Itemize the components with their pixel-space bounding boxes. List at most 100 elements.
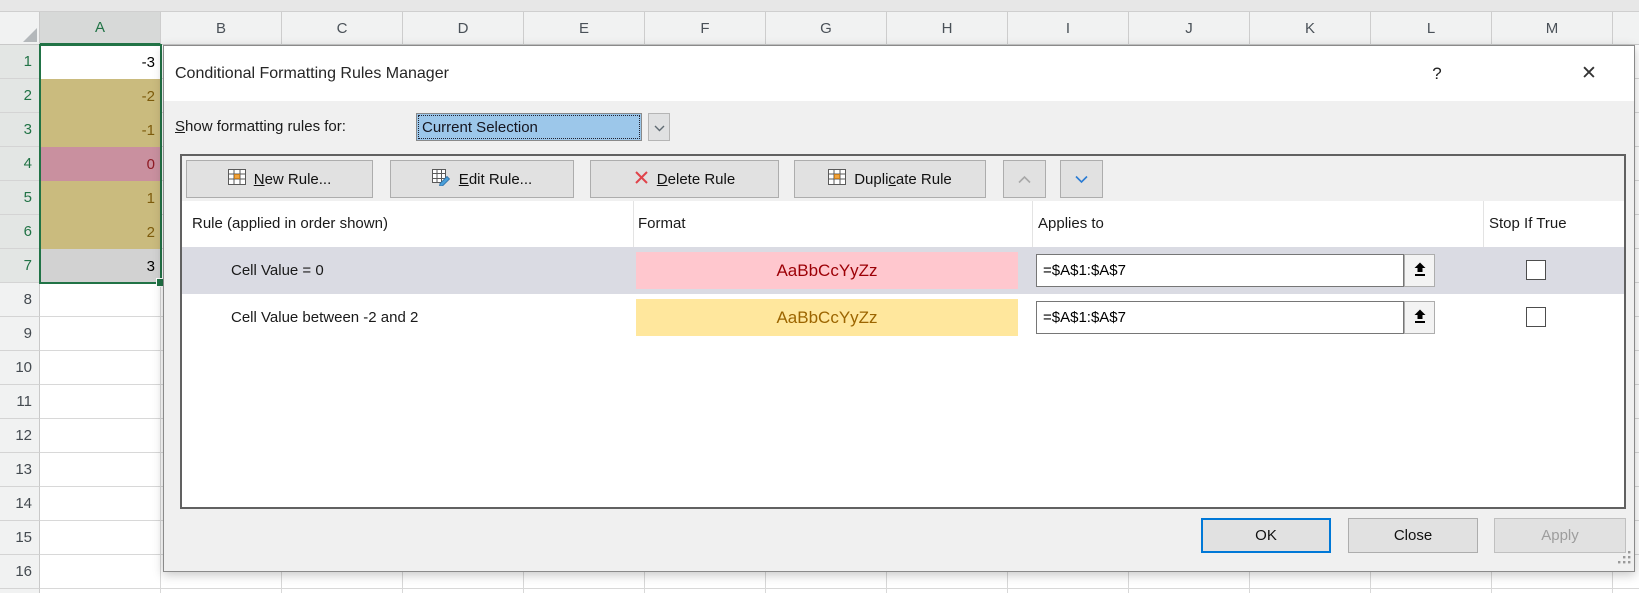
header-stop-if-true: Stop If True — [1489, 201, 1567, 247]
select-all-corner[interactable] — [0, 12, 40, 45]
dialog-title: Conditional Formatting Rules Manager — [175, 46, 449, 101]
column-header-k[interactable]: K — [1250, 12, 1371, 45]
help-button[interactable]: ? — [1422, 46, 1452, 101]
row-header-16[interactable]: 16 — [0, 555, 40, 589]
column-header-d[interactable]: D — [403, 12, 524, 45]
row-header-4[interactable]: 4 — [0, 147, 40, 181]
header-applies-to: Applies to — [1038, 201, 1104, 247]
cf-rules-manager-dialog: Conditional Formatting Rules Manager ? ✕… — [163, 45, 1635, 572]
row-header-3[interactable]: 3 — [0, 113, 40, 147]
column-header-g[interactable]: G — [766, 12, 887, 45]
rule-description: Cell Value between -2 and 2 — [231, 294, 418, 341]
row-headers: 1 2 3 4 5 6 7 8 9 10 11 12 13 14 15 16 — [0, 45, 40, 593]
column-divider — [633, 201, 634, 247]
applies-to-input[interactable] — [1036, 254, 1404, 287]
cell-a4[interactable]: 0 — [40, 147, 161, 181]
rules-toolbar: New Rule... Edit Rule... Delete Rule Dup… — [182, 156, 1624, 201]
chevron-down-icon — [654, 120, 665, 135]
applies-to-input[interactable] — [1036, 301, 1404, 334]
row-header-13[interactable]: 13 — [0, 453, 40, 487]
row-header-8[interactable]: 8 — [0, 283, 40, 317]
rule-row-2[interactable]: Cell Value between -2 and 2 AaBbCcYyZz — [182, 294, 1624, 341]
formula-bar-remnant — [0, 0, 1639, 12]
row-header-7[interactable]: 7 — [0, 249, 40, 283]
chevron-up-icon — [1017, 171, 1032, 188]
header-rule: Rule (applied in order shown) — [192, 201, 388, 247]
row-header-6[interactable]: 6 — [0, 215, 40, 249]
column-divider — [1032, 201, 1033, 247]
column-headers: A B C D E F G H I J K L M — [40, 12, 1639, 45]
cell-a7[interactable]: 3 — [40, 249, 161, 283]
rules-scope-select[interactable]: Current Selection — [416, 113, 642, 141]
stop-if-true-checkbox[interactable] — [1526, 307, 1546, 327]
rules-scope-value: Current Selection — [422, 119, 538, 136]
row-header-11[interactable]: 11 — [0, 385, 40, 419]
row-header-12[interactable]: 12 — [0, 419, 40, 453]
duplicate-rule-table-icon — [828, 169, 846, 189]
close-button[interactable]: Close — [1348, 518, 1478, 553]
range-picker-icon — [1413, 262, 1427, 280]
format-preview: AaBbCcYyZz — [636, 299, 1018, 336]
apply-button[interactable]: Apply — [1494, 518, 1626, 553]
row-header-5[interactable]: 5 — [0, 181, 40, 215]
range-picker-icon — [1413, 309, 1427, 327]
cell-a6[interactable]: 2 — [40, 215, 161, 249]
column-header-b[interactable]: B — [161, 12, 282, 45]
row-header-partial — [0, 589, 40, 593]
rules-list-header: Rule (applied in order shown) Format App… — [182, 201, 1624, 247]
column-header-h[interactable]: H — [887, 12, 1008, 45]
cell-a5[interactable]: 1 — [40, 181, 161, 215]
column-a-cells: -3 -2 -1 0 1 2 3 — [40, 45, 161, 283]
column-header-a[interactable]: A — [40, 12, 161, 45]
new-rule-label: New Rule... — [254, 171, 332, 188]
row-header-1[interactable]: 1 — [0, 45, 40, 79]
column-header-f[interactable]: F — [645, 12, 766, 45]
column-divider — [1483, 201, 1484, 247]
rule-row-1[interactable]: Cell Value = 0 AaBbCcYyZz — [182, 247, 1624, 294]
close-icon[interactable]: ✕ — [1569, 46, 1609, 101]
column-header-c[interactable]: C — [282, 12, 403, 45]
resize-grip[interactable] — [1618, 551, 1631, 568]
show-rules-label: Show formatting rules for: — [175, 113, 346, 141]
row-header-10[interactable]: 10 — [0, 351, 40, 385]
row-header-15[interactable]: 15 — [0, 521, 40, 555]
column-header-partial — [1613, 12, 1639, 45]
edit-rule-label: Edit Rule... — [459, 171, 532, 188]
new-rule-button[interactable]: New Rule... — [186, 160, 373, 198]
delete-rule-label: Delete Rule — [657, 171, 735, 188]
excel-window: A B C D E F G H I J K L M 1 2 3 4 5 6 7 … — [0, 0, 1639, 593]
column-header-j[interactable]: J — [1129, 12, 1250, 45]
rules-list-container: New Rule... Edit Rule... Delete Rule Dup… — [180, 154, 1626, 509]
row-header-14[interactable]: 14 — [0, 487, 40, 521]
applies-to-group — [1036, 254, 1435, 287]
rules-scope-dropdown-button[interactable] — [648, 113, 670, 141]
row-header-9[interactable]: 9 — [0, 317, 40, 351]
delete-rule-button[interactable]: Delete Rule — [590, 160, 779, 198]
dialog-titlebar[interactable]: Conditional Formatting Rules Manager ? ✕ — [164, 46, 1634, 101]
cell-a3[interactable]: -1 — [40, 113, 161, 147]
cell-a1[interactable]: -3 — [40, 45, 161, 79]
column-header-m[interactable]: M — [1492, 12, 1613, 45]
header-format: Format — [638, 201, 686, 247]
select-all-triangle-icon — [23, 28, 37, 42]
column-header-e[interactable]: E — [524, 12, 645, 45]
duplicate-rule-button[interactable]: Duplicate Rule — [794, 160, 986, 198]
row-header-2[interactable]: 2 — [0, 79, 40, 113]
format-preview: AaBbCcYyZz — [636, 252, 1018, 289]
edit-rule-pencil-icon — [432, 169, 451, 190]
collapse-dialog-button[interactable] — [1404, 254, 1435, 287]
edit-rule-button[interactable]: Edit Rule... — [390, 160, 574, 198]
cell-a2[interactable]: -2 — [40, 79, 161, 113]
collapse-dialog-button[interactable] — [1404, 301, 1435, 334]
applies-to-group — [1036, 301, 1435, 334]
column-header-i[interactable]: I — [1008, 12, 1129, 45]
column-header-l[interactable]: L — [1371, 12, 1492, 45]
ok-button[interactable]: OK — [1201, 518, 1331, 553]
rule-description: Cell Value = 0 — [231, 247, 324, 294]
stop-if-true-checkbox[interactable] — [1526, 260, 1546, 280]
move-rule-down-button[interactable] — [1060, 160, 1103, 198]
move-rule-up-button[interactable] — [1003, 160, 1046, 198]
duplicate-rule-label: Duplicate Rule — [854, 171, 952, 188]
new-rule-table-icon — [228, 169, 246, 189]
chevron-down-icon — [1074, 171, 1089, 188]
